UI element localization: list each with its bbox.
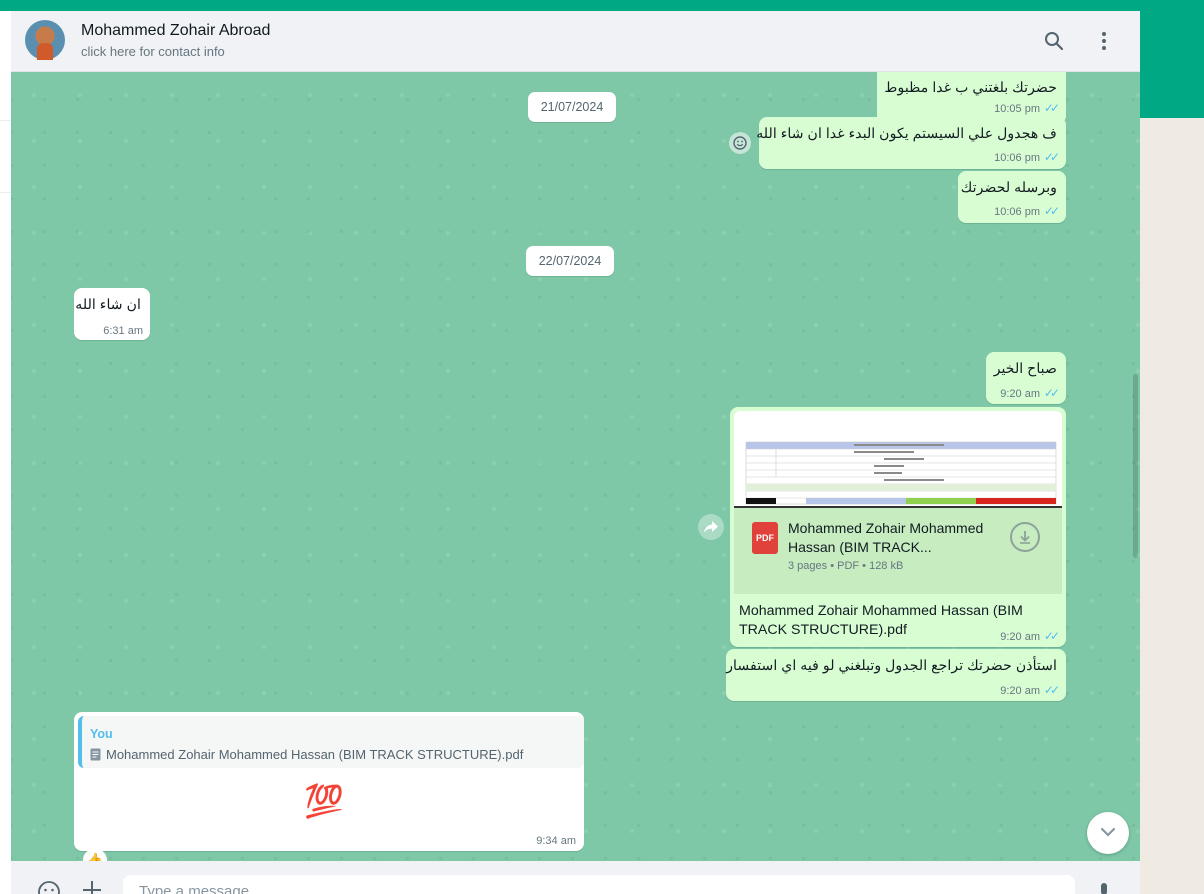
message-time: 9:20 am — [1000, 685, 1040, 697]
message-text: ان شاء الله — [75, 297, 141, 313]
message-composer: Type a message — [11, 861, 1140, 894]
message-time: 10:06 pm — [994, 152, 1040, 164]
read-ticks-icon: ✓✓ — [1043, 204, 1060, 218]
message-bubble[interactable]: ف هجدول علي السيستم يكون البدء غدا ان شا… — [756, 117, 1066, 169]
attach-plus-icon[interactable] — [82, 880, 102, 894]
download-icon[interactable] — [1010, 522, 1040, 552]
message-input-placeholder[interactable]: Type a message — [139, 883, 249, 894]
message-time: 9:34 am — [536, 835, 576, 847]
reply-message[interactable]: You Mohammed Zohair Mohammed Hassan (BIM… — [74, 712, 584, 851]
message-text: وبرسله لحضرتك — [960, 180, 1057, 196]
message-text: استأذن حضرتك تراجع الجدول وتبلغني لو فيه… — [726, 658, 1057, 674]
document-message[interactable]: PDF Mohammed Zohair Mohammed Hassan (BIM… — [730, 407, 1066, 647]
read-ticks-icon: ✓✓ — [1043, 386, 1060, 400]
read-ticks-icon: ✓✓ — [1043, 683, 1060, 697]
chevron-down-icon — [1100, 824, 1116, 842]
contact-info-hint[interactable]: click here for contact info — [81, 44, 225, 59]
date-separator: 22/07/2024 — [526, 246, 614, 276]
document-title: Mohammed Zohair Mohammed — [788, 520, 984, 536]
read-ticks-icon: ✓✓ — [1043, 629, 1060, 643]
document-meta: 3 pages • PDF • 128 kB — [788, 560, 904, 572]
pdf-file-icon: PDF — [752, 522, 778, 554]
hundred-points-emoji: 💯 — [304, 783, 344, 819]
document-title-continued: Hassan (BIM TRACK... — [788, 539, 932, 555]
read-ticks-icon: ✓✓ — [1043, 101, 1060, 115]
message-text: ف هجدول علي السيستم يكون البدء غدا ان شا… — [756, 126, 1057, 142]
date-separator: 21/07/2024 — [528, 92, 616, 122]
forward-icon[interactable] — [698, 514, 724, 540]
microphone-icon[interactable] — [1097, 882, 1111, 894]
document-icon — [90, 748, 101, 766]
menu-icon[interactable] — [1092, 29, 1116, 53]
document-info[interactable]: PDF Mohammed Zohair Mohammed Hassan (BIM… — [734, 508, 1062, 594]
quoted-message[interactable]: You Mohammed Zohair Mohammed Hassan (BIM… — [78, 716, 584, 768]
search-icon[interactable] — [1042, 29, 1066, 53]
message-bubble[interactable]: استأذن حضرتك تراجع الجدول وتبلغني لو فيه… — [726, 649, 1066, 701]
app-top-band — [0, 0, 1204, 11]
read-ticks-icon: ✓✓ — [1043, 150, 1060, 164]
document-caption: Mohammed Zohair Mohammed Hassan (BIM — [739, 603, 1023, 619]
emoji-icon[interactable] — [37, 880, 61, 894]
message-time: 6:31 am — [103, 325, 143, 337]
avatar[interactable] — [25, 20, 65, 60]
scroll-to-bottom-button[interactable] — [1087, 812, 1129, 854]
document-caption-continued: TRACK STRUCTURE).pdf — [739, 622, 907, 638]
message-bubble[interactable]: وبرسله لحضرتك 10:06 pm ✓✓ — [958, 171, 1066, 223]
chat-header[interactable]: Mohammed Zohair Abroad click here for co… — [11, 11, 1140, 72]
message-text: حضرتك بلغتني ب غدا مظبوط — [884, 80, 1057, 96]
message-list[interactable]: حضرتك بلغتني ب غدا مظبوط 10:05 pm ✓✓ 21/… — [11, 72, 1140, 861]
message-bubble[interactable]: ان شاء الله 6:31 am — [74, 288, 150, 340]
emoji-react-icon[interactable] — [729, 132, 751, 154]
side-panel-background — [1140, 118, 1204, 894]
scrollbar-thumb[interactable] — [1133, 374, 1138, 558]
message-bubble[interactable]: صباح الخير 9:20 am ✓✓ — [986, 352, 1066, 404]
contact-name[interactable]: Mohammed Zohair Abroad — [81, 22, 270, 40]
chat-list-edge — [0, 11, 11, 894]
message-time: 9:20 am — [1000, 631, 1040, 643]
message-text: صباح الخير — [993, 361, 1057, 377]
pdf-preview-thumbnail[interactable] — [734, 411, 1062, 508]
quoted-file-name: Mohammed Zohair Mohammed Hassan (BIM TRA… — [106, 747, 524, 762]
message-time: 10:06 pm — [994, 206, 1040, 218]
message-time: 9:20 am — [1000, 388, 1040, 400]
app-right-band — [1140, 11, 1204, 118]
message-input-box[interactable]: Type a message — [123, 875, 1075, 894]
quoted-author: You — [90, 727, 113, 741]
chat-window: Mohammed Zohair Abroad click here for co… — [11, 11, 1140, 894]
message-time: 10:05 pm — [994, 103, 1040, 115]
